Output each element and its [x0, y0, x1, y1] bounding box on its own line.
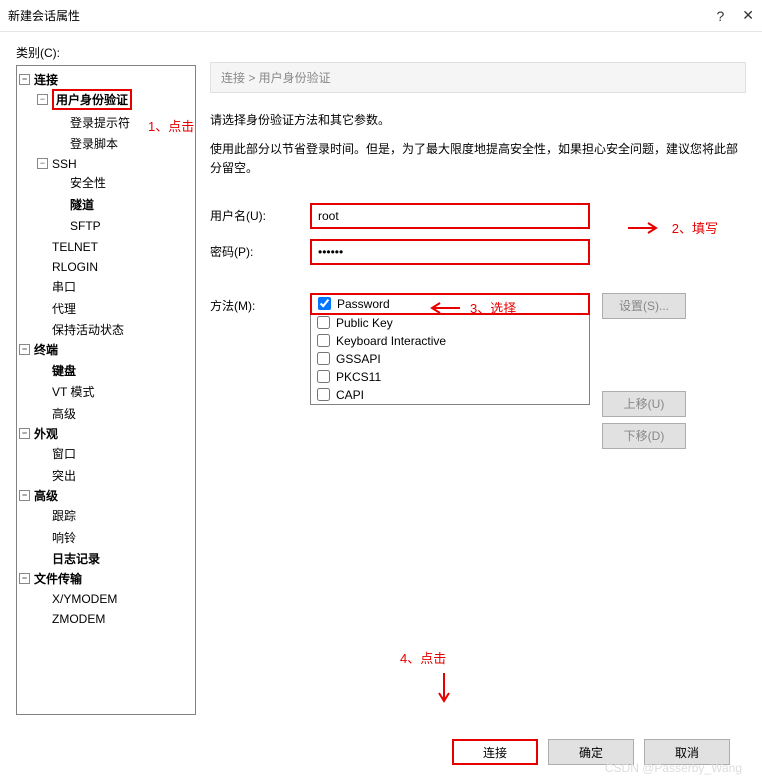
tree-trace[interactable]: 跟踪 — [37, 507, 76, 524]
password-input[interactable] — [310, 239, 590, 265]
method-gssapi-checkbox[interactable] — [317, 352, 330, 365]
method-password[interactable]: Password — [310, 293, 590, 315]
tree-keyboard[interactable]: 键盘 — [37, 362, 76, 379]
tree-window[interactable]: 窗口 — [37, 445, 76, 462]
collapse-icon[interactable]: − — [19, 573, 30, 584]
collapse-icon[interactable]: − — [19, 490, 30, 501]
tree-appearance[interactable]: −外观 — [19, 425, 58, 442]
tree-tunnel[interactable]: 隧道 — [55, 196, 94, 213]
tree-security[interactable]: 安全性 — [55, 174, 106, 191]
tree-xymodem[interactable]: X/YMODEM — [37, 592, 117, 606]
method-capi-checkbox[interactable] — [317, 388, 330, 401]
username-input[interactable] — [310, 203, 590, 229]
method-keyboard-checkbox[interactable] — [317, 334, 330, 347]
close-icon[interactable]: ✕ — [742, 7, 754, 24]
setup-button[interactable]: 设置(S)... — [602, 293, 686, 319]
method-pkcs11-checkbox[interactable] — [317, 370, 330, 383]
collapse-icon[interactable]: − — [19, 428, 30, 439]
category-label: 类别(C): — [16, 44, 196, 61]
tree-keepalive[interactable]: 保持活动状态 — [37, 321, 124, 338]
tree-sftp[interactable]: SFTP — [55, 219, 101, 233]
tree-filetransfer[interactable]: −文件传输 — [19, 570, 82, 587]
tree-telnet[interactable]: TELNET — [37, 240, 98, 254]
category-tree[interactable]: −连接 −用户身份验证 登录提示符 登录脚本 −SSH 安全性 — [16, 65, 196, 715]
titlebar: 新建会话属性 ? ✕ — [0, 0, 762, 32]
collapse-icon[interactable]: − — [19, 74, 30, 85]
method-publickey[interactable]: Public Key — [311, 314, 589, 332]
method-buttons: 设置(S)... 上移(U) 下移(D) — [602, 293, 686, 449]
tree-terminal[interactable]: −终端 — [19, 341, 58, 358]
window-controls: ? ✕ — [716, 7, 754, 24]
collapse-icon[interactable]: − — [37, 158, 48, 169]
tree-user-auth[interactable]: −用户身份验证 — [37, 89, 132, 110]
tree-advanced-term[interactable]: 高级 — [37, 405, 76, 422]
help-icon[interactable]: ? — [716, 8, 724, 24]
collapse-icon[interactable]: − — [19, 344, 30, 355]
tree-rlogin[interactable]: RLOGIN — [37, 260, 98, 274]
desc-line2: 使用此部分以节省登录时间。但是，为了最大限度地提高安全性，如果担心安全问题，建议… — [210, 140, 746, 178]
right-panel: 连接 > 用户身份验证 请选择身份验证方法和其它参数。 使用此部分以节省登录时间… — [210, 44, 746, 715]
tree-login-script[interactable]: 登录脚本 — [55, 135, 118, 152]
window-title: 新建会话属性 — [8, 7, 716, 24]
method-publickey-checkbox[interactable] — [317, 316, 330, 329]
moveup-button[interactable]: 上移(U) — [602, 391, 686, 417]
method-password-checkbox[interactable] — [318, 297, 331, 310]
breadcrumb: 连接 > 用户身份验证 — [210, 62, 746, 93]
row-methods: 方法(M): Password Public Key Keyboard Inte… — [210, 293, 746, 449]
method-gssapi[interactable]: GSSAPI — [311, 350, 589, 368]
tree-log[interactable]: 日志记录 — [37, 550, 100, 567]
tree-bell[interactable]: 响铃 — [37, 529, 76, 546]
arrow-down-icon — [436, 671, 452, 705]
tree-advanced[interactable]: −高级 — [19, 487, 58, 504]
desc-line1: 请选择身份验证方法和其它参数。 — [210, 111, 746, 130]
content: 类别(C): −连接 −用户身份验证 登录提示符 登录脚本 −SSH — [0, 32, 762, 781]
annotation-4: 4、点击 — [400, 648, 446, 667]
method-capi[interactable]: CAPI — [311, 386, 589, 404]
tree-vtmode[interactable]: VT 模式 — [37, 383, 94, 400]
tree-login-prompt[interactable]: 登录提示符 — [55, 114, 130, 131]
methods-list[interactable]: Password Public Key Keyboard Interactive… — [310, 293, 590, 405]
tree-proxy[interactable]: 代理 — [37, 300, 76, 317]
row-username: 用户名(U): — [210, 203, 746, 229]
tree-ssh[interactable]: −SSH — [37, 157, 77, 171]
row-password: 密码(P): — [210, 239, 746, 265]
movedown-button[interactable]: 下移(D) — [602, 423, 686, 449]
method-keyboard[interactable]: Keyboard Interactive — [311, 332, 589, 350]
tree-zmodem[interactable]: ZMODEM — [37, 612, 105, 626]
left-panel: 类别(C): −连接 −用户身份验证 登录提示符 登录脚本 −SSH — [16, 44, 196, 715]
tree-connection[interactable]: −连接 — [19, 71, 58, 88]
tree-serial[interactable]: 串口 — [37, 278, 76, 295]
username-label: 用户名(U): — [210, 207, 310, 224]
watermark: CSDN @Passerby_Wang — [605, 761, 742, 775]
password-label: 密码(P): — [210, 243, 310, 260]
upper-pane: 类别(C): −连接 −用户身份验证 登录提示符 登录脚本 −SSH — [16, 44, 746, 715]
method-label: 方法(M): — [210, 293, 310, 314]
tree-highlight[interactable]: 突出 — [37, 467, 76, 484]
connect-button[interactable]: 连接 — [452, 739, 538, 765]
method-pkcs11[interactable]: PKCS11 — [311, 368, 589, 386]
collapse-icon[interactable]: − — [37, 94, 48, 105]
